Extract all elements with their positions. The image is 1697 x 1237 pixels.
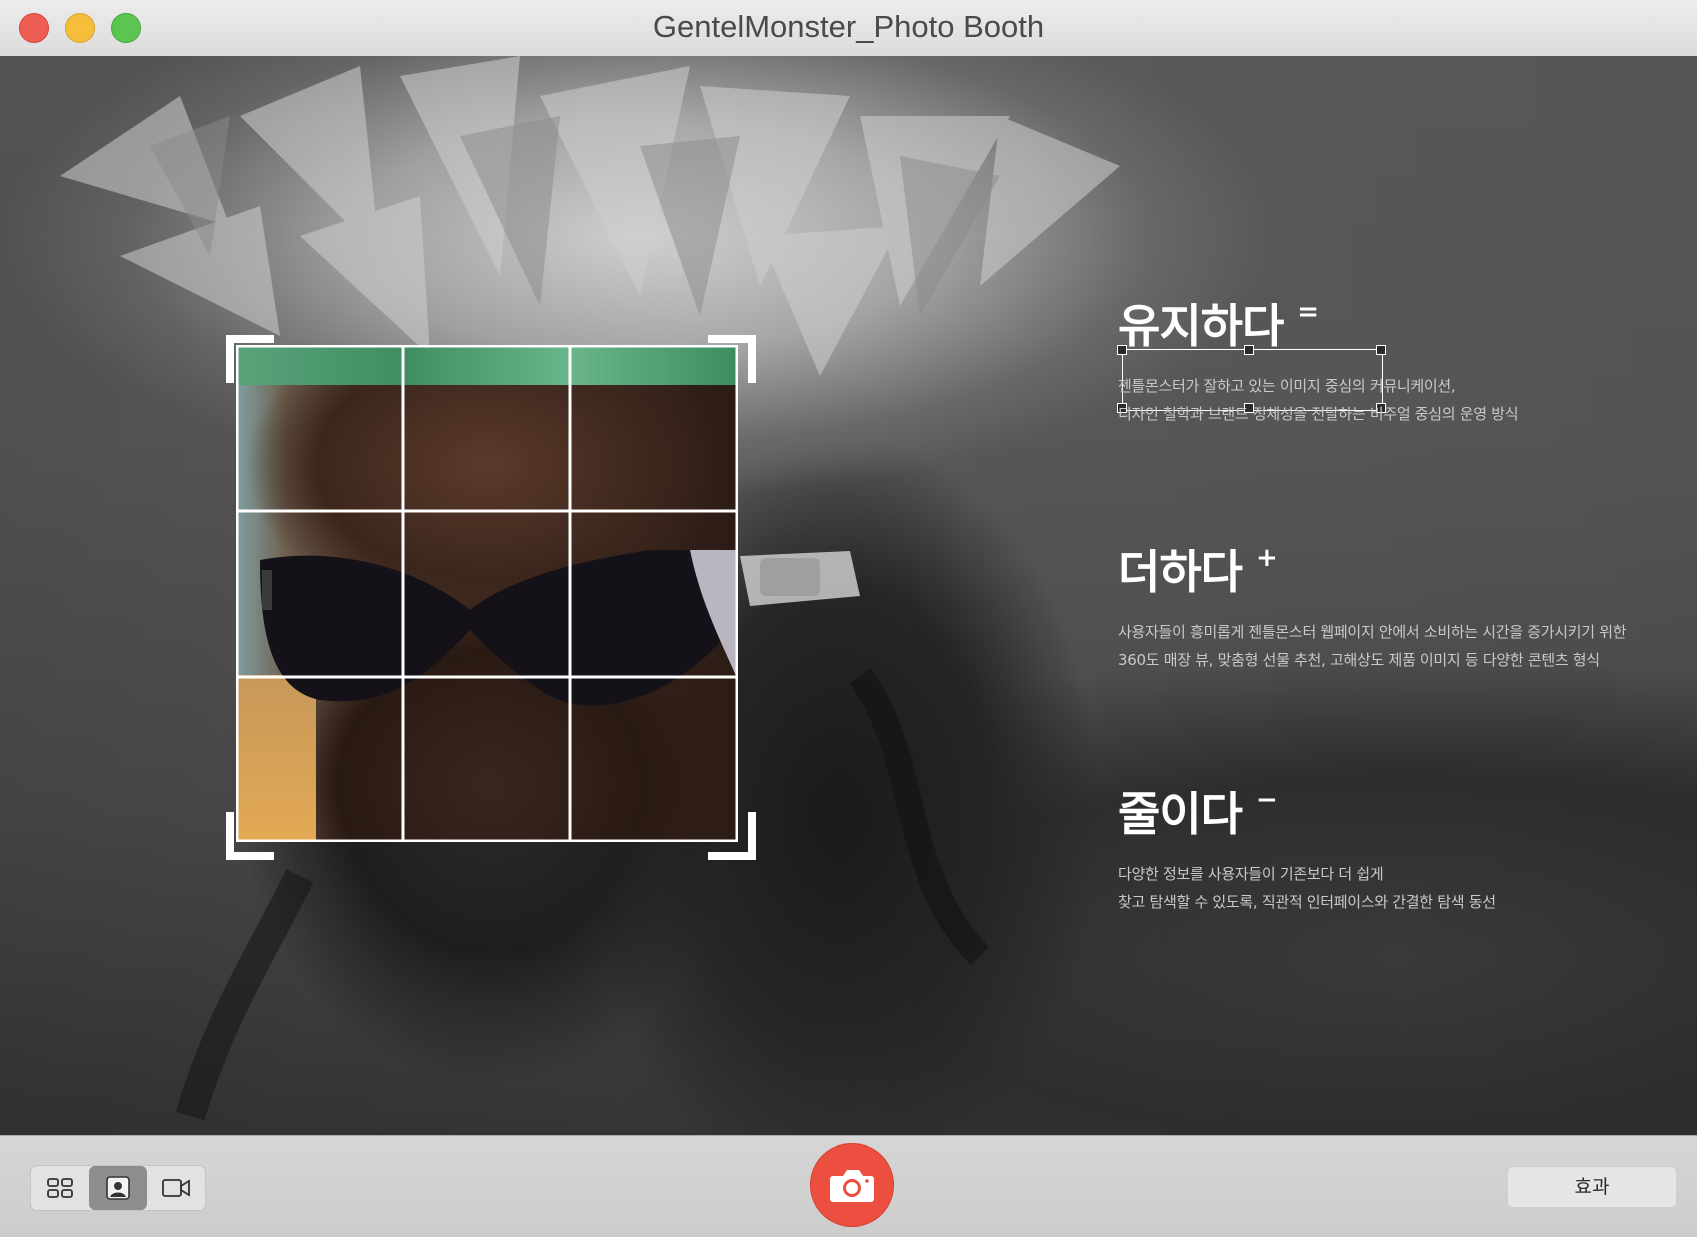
view-mode-segmented-control: [30, 1165, 206, 1211]
crop-handle-top-right[interactable]: [708, 335, 756, 383]
equals-symbol: =: [1297, 297, 1319, 327]
section-headline: 줄이다 −: [1118, 778, 1496, 844]
section-add: 더하다 + 사용자들이 흥미롭게 젠틀몬스터 웹페이지 안에서 소비하는 시간을 …: [1118, 536, 1627, 674]
title-bar[interactable]: GentelMonster_Photo Booth: [0, 0, 1697, 57]
video-icon: [162, 1179, 190, 1197]
grid-view-button[interactable]: [31, 1166, 89, 1210]
section-reduce: 줄이다 − 다양한 정보를 사용자들이 기존보다 더 쉽게 찾고 탐색할 수 있도…: [1118, 778, 1496, 916]
effects-button[interactable]: 효과: [1507, 1166, 1677, 1208]
photo-icon: [106, 1176, 130, 1200]
headline-text: 줄이다: [1118, 787, 1243, 841]
minus-symbol: −: [1255, 785, 1278, 815]
shutter-button[interactable]: [810, 1143, 894, 1227]
section-headline: 더하다 +: [1118, 536, 1626, 602]
crop-handle-bottom-right[interactable]: [708, 812, 756, 860]
crop-handle-bottom-left[interactable]: [226, 812, 274, 860]
window-title: GentelMonster_Photo Booth: [652, 9, 1045, 44]
photo-booth-window: GentelMonster_Photo Booth 유지하다 = 젠틀몬스터가 …: [0, 0, 1697, 1237]
crop-color-window[interactable]: [236, 345, 738, 842]
section-description: 젠틀몬스터가 잘하고 있는 이미지 중심의 커뮤니케이션, 디자인 철학과 브랜…: [1118, 372, 1519, 428]
grid-view-icon: [47, 1178, 73, 1198]
photo-mode-button[interactable]: [89, 1166, 147, 1210]
rule-of-thirds-grid: [236, 345, 738, 842]
section-keep: 유지하다 = 젠틀몬스터가 잘하고 있는 이미지 중심의 커뮤니케이션, 디자인 …: [1118, 290, 1519, 428]
video-mode-button[interactable]: [147, 1166, 205, 1210]
headline-text: 더하다: [1118, 545, 1243, 599]
plus-symbol: +: [1255, 543, 1278, 573]
description-line: 다양한 정보를 사용자들이 기존보다 더 쉽게: [1118, 865, 1384, 883]
description-line: 사용자들이 흥미롭게 젠틀몬스터 웹페이지 안에서 소비하는 시간을 증가시키기…: [1118, 623, 1627, 641]
bottom-toolbar: 효과: [0, 1135, 1697, 1237]
description-line: 찾고 탐색할 수 있도록, 직관적 인터페이스와 간결한 탐색 동선: [1118, 893, 1496, 911]
section-description: 사용자들이 흥미롭게 젠틀몬스터 웹페이지 안에서 소비하는 시간을 증가시키기…: [1118, 618, 1627, 674]
section-headline[interactable]: 유지하다 =: [1118, 290, 1518, 356]
crop-handle-top-left[interactable]: [226, 335, 274, 383]
headline-text: 유지하다: [1118, 299, 1284, 353]
section-description: 다양한 정보를 사용자들이 기존보다 더 쉽게 찾고 탐색할 수 있도록, 직관…: [1118, 860, 1496, 916]
description-line: 젠틀몬스터가 잘하고 있는 이미지 중심의 커뮤니케이션,: [1118, 377, 1456, 395]
description-line: 디자인 철학과 브랜드 정체성을 전달하는 비주얼 중심의 운영 방식: [1118, 405, 1519, 423]
camera-icon: [830, 1170, 874, 1202]
photo-preview[interactable]: 유지하다 = 젠틀몬스터가 잘하고 있는 이미지 중심의 커뮤니케이션, 디자인 …: [0, 56, 1697, 1135]
description-line: 360도 매장 뷰, 맞춤형 선물 추천, 고해상도 제품 이미지 등 다양한 …: [1118, 651, 1600, 669]
